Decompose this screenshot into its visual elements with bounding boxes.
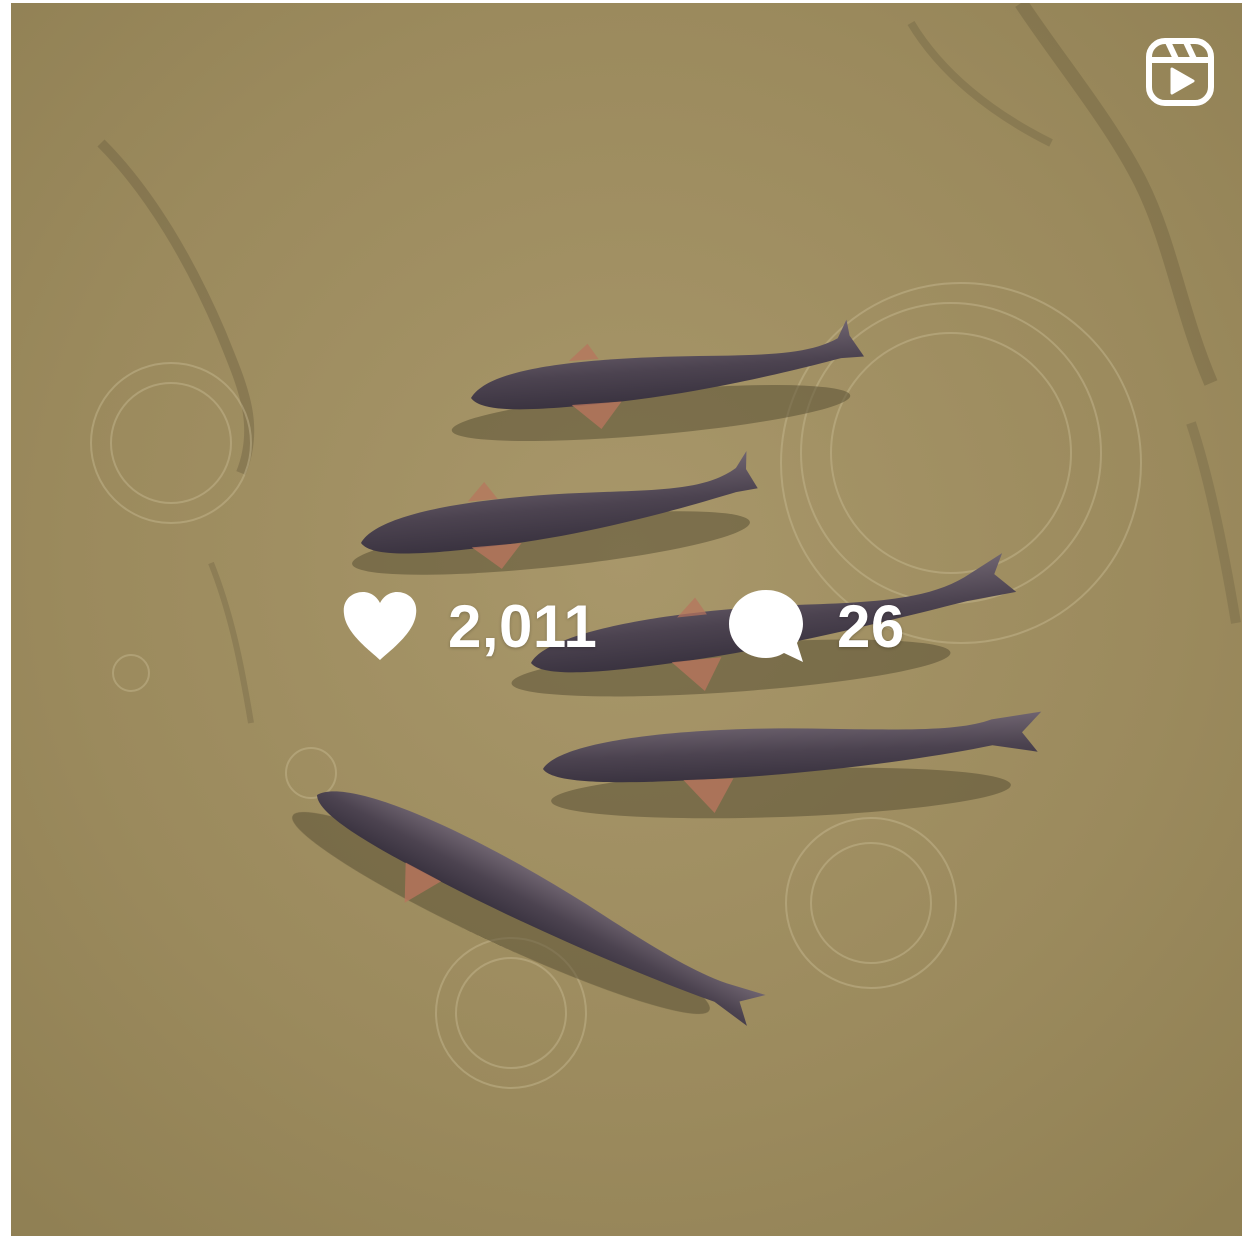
comments-stat: 26	[727, 588, 905, 664]
comment-bubble-icon	[729, 590, 803, 662]
heart-icon	[343, 592, 417, 660]
likes-count: 2,011	[448, 592, 598, 660]
hover-stats-overlay: 2,011 26	[11, 3, 1242, 1236]
post-thumbnail[interactable]: 2,011 26	[11, 3, 1242, 1236]
comments-count: 26	[837, 592, 905, 660]
likes-stat: 2,011	[342, 588, 597, 664]
